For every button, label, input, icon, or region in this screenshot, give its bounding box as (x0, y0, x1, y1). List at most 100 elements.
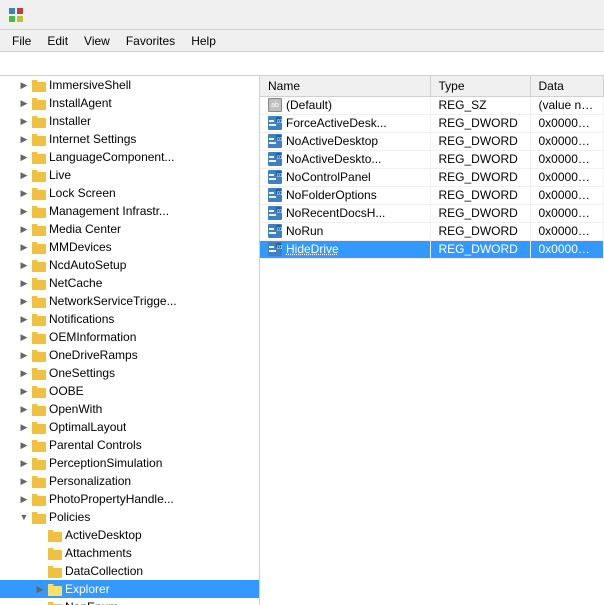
value-name: NoControlPanel (286, 170, 371, 184)
tree-item-policies[interactable]: ▼ Policies (0, 508, 259, 526)
reg-dword-icon: 01 (268, 224, 282, 238)
tree-item-languagecomponent[interactable]: ▶ LanguageComponent... (0, 148, 259, 166)
values-panel[interactable]: Name Type Data ab(Default)REG_SZ(value n… (260, 76, 604, 605)
value-data-cell: (value not set) (530, 96, 604, 114)
tree-item-label: OptimalLayout (49, 420, 126, 434)
table-row[interactable]: 01 NoFolderOptionsREG_DWORD0x00000000 (0… (260, 186, 604, 204)
tree-expander[interactable]: ▶ (16, 206, 32, 217)
tree-item-perceptionsimulation[interactable]: ▶ PerceptionSimulation (0, 454, 259, 472)
tree-expander[interactable]: ▶ (16, 422, 32, 433)
column-data[interactable]: Data (530, 76, 604, 96)
tree-item-label: ActiveDesktop (65, 528, 142, 542)
value-data-cell: 0x00000001 (1) (530, 150, 604, 168)
value-name-cell: ab(Default) (260, 96, 430, 114)
tree-item-mmdevices[interactable]: ▶ MMDevices (0, 238, 259, 256)
tree-item-personalization[interactable]: ▶ Personalization (0, 472, 259, 490)
folder-icon (32, 313, 46, 326)
tree-expander[interactable]: ▶ (16, 116, 32, 127)
tree-item-installer[interactable]: ▶ Installer (0, 112, 259, 130)
minimize-button[interactable] (458, 0, 504, 30)
tree-expander[interactable]: ▶ (16, 242, 32, 253)
table-row[interactable]: 01 NoActiveDeskto...REG_DWORD0x00000001 … (260, 150, 604, 168)
tree-item-onedriveramps[interactable]: ▶ OneDriveRamps (0, 346, 259, 364)
tree-expander[interactable]: ▶ (16, 440, 32, 451)
value-name-cell: 01 NoActiveDesktop (260, 132, 430, 150)
tree-expander[interactable]: ▶ (16, 476, 32, 487)
menu-item-file[interactable]: File (4, 32, 39, 50)
tree-expander[interactable]: ▶ (32, 584, 48, 595)
tree-item-label: Policies (49, 510, 90, 524)
tree-item-mediacenter[interactable]: ▶ Media Center (0, 220, 259, 238)
tree-expander[interactable]: ▶ (16, 350, 32, 361)
tree-item-nonenum[interactable]: NonEnum (0, 598, 259, 605)
tree-item-explorer[interactable]: ▶ Explorer (0, 580, 259, 598)
tree-expander[interactable]: ▶ (16, 314, 32, 325)
tree-item-onesettings[interactable]: ▶ OneSettings (0, 364, 259, 382)
reg-dword-icon: 01 (268, 152, 282, 166)
tree-item-attachments[interactable]: Attachments (0, 544, 259, 562)
tree-expander[interactable]: ▶ (16, 278, 32, 289)
menu-item-favorites[interactable]: Favorites (118, 32, 183, 50)
tree-expander[interactable]: ▶ (16, 386, 32, 397)
tree-item-activedesktop[interactable]: ActiveDesktop (0, 526, 259, 544)
tree-item-internetsettings[interactable]: ▶ Internet Settings (0, 130, 259, 148)
tree-item-ncdautosetup[interactable]: ▶ NcdAutoSetup (0, 256, 259, 274)
tree-expander[interactable]: ▶ (16, 368, 32, 379)
tree-expander[interactable]: ▶ (16, 134, 32, 145)
tree-item-netcache[interactable]: ▶ NetCache (0, 274, 259, 292)
table-row[interactable]: 01 NoRecentDocsH...REG_DWORD0x00000000 (… (260, 204, 604, 222)
column-name[interactable]: Name (260, 76, 430, 96)
tree-item-notifications[interactable]: ▶ Notifications (0, 310, 259, 328)
tree-item-openwith[interactable]: ▶ OpenWith (0, 400, 259, 418)
close-button[interactable] (550, 0, 596, 30)
tree-item-oeminformation[interactable]: ▶ OEMInformation (0, 328, 259, 346)
menu-item-edit[interactable]: Edit (39, 32, 76, 50)
tree-expander[interactable]: ▶ (16, 170, 32, 181)
tree-item-managementinfrastr[interactable]: ▶ Management Infrastr... (0, 202, 259, 220)
tree-item-label: Lock Screen (49, 186, 116, 200)
tree-expander[interactable]: ▶ (16, 494, 32, 505)
tree-expander[interactable]: ▶ (16, 296, 32, 307)
tree-item-datacollection[interactable]: DataCollection (0, 562, 259, 580)
folder-icon (48, 583, 62, 596)
tree-expander[interactable]: ▶ (16, 458, 32, 469)
tree-expander[interactable]: ▶ (16, 224, 32, 235)
tree-item-lockscreen[interactable]: ▶ Lock Screen (0, 184, 259, 202)
value-name-cell: 01 NoControlPanel (260, 168, 430, 186)
folder-icon (32, 205, 46, 218)
table-row[interactable]: 01 NoControlPanelREG_DWORD0x00000000 (0) (260, 168, 604, 186)
tree-expander[interactable]: ▶ (16, 188, 32, 199)
tree-item-photopropertyhandle[interactable]: ▶ PhotoPropertyHandle... (0, 490, 259, 508)
tree-expander[interactable]: ▶ (16, 80, 32, 91)
menu-item-help[interactable]: Help (183, 32, 224, 50)
table-row[interactable]: 01 ForceActiveDesk...REG_DWORD0x00000000… (260, 114, 604, 132)
tree-expander[interactable]: ▶ (16, 260, 32, 271)
tree-item-immersiveshell[interactable]: ▶ ImmersiveShell (0, 76, 259, 94)
tree-item-installagent[interactable]: ▶ InstallAgent (0, 94, 259, 112)
maximize-button[interactable] (504, 0, 550, 30)
table-row[interactable]: 01 HideDriveREG_DWORD0x00000000 (0) (260, 240, 604, 258)
table-row[interactable]: 01 NoRunREG_DWORD0x00000000 (0) (260, 222, 604, 240)
tree-expander[interactable]: ▼ (16, 512, 32, 522)
value-data-cell: 0x00000000 (0) (530, 168, 604, 186)
tree-item-label: NcdAutoSetup (49, 258, 126, 272)
reg-dword-icon: 01 (268, 188, 282, 202)
tree-item-oobe[interactable]: ▶ OOBE (0, 382, 259, 400)
tree-item-label: OEMInformation (49, 330, 136, 344)
tree-item-live[interactable]: ▶ Live (0, 166, 259, 184)
tree-expander[interactable]: ▶ (16, 152, 32, 163)
table-row[interactable]: 01 NoActiveDesktopREG_DWORD0x00000000 (0… (260, 132, 604, 150)
tree-item-optimallayout[interactable]: ▶ OptimalLayout (0, 418, 259, 436)
tree-expander[interactable]: ▶ (16, 404, 32, 415)
table-row[interactable]: ab(Default)REG_SZ(value not set) (260, 96, 604, 114)
tree-item-networkservicetrigge[interactable]: ▶ NetworkServiceTrigge... (0, 292, 259, 310)
tree-expander[interactable]: ▶ (16, 332, 32, 343)
menu-item-view[interactable]: View (76, 32, 118, 50)
tree-expander[interactable]: ▶ (16, 98, 32, 109)
tree-panel[interactable]: ▶ ImmersiveShell▶ InstallAgent▶ Installe… (0, 76, 260, 605)
folder-icon (32, 511, 46, 524)
folder-icon (32, 79, 46, 92)
value-name-cell: 01 NoFolderOptions (260, 186, 430, 204)
tree-item-parentalcontrols[interactable]: ▶ Parental Controls (0, 436, 259, 454)
column-type[interactable]: Type (430, 76, 530, 96)
